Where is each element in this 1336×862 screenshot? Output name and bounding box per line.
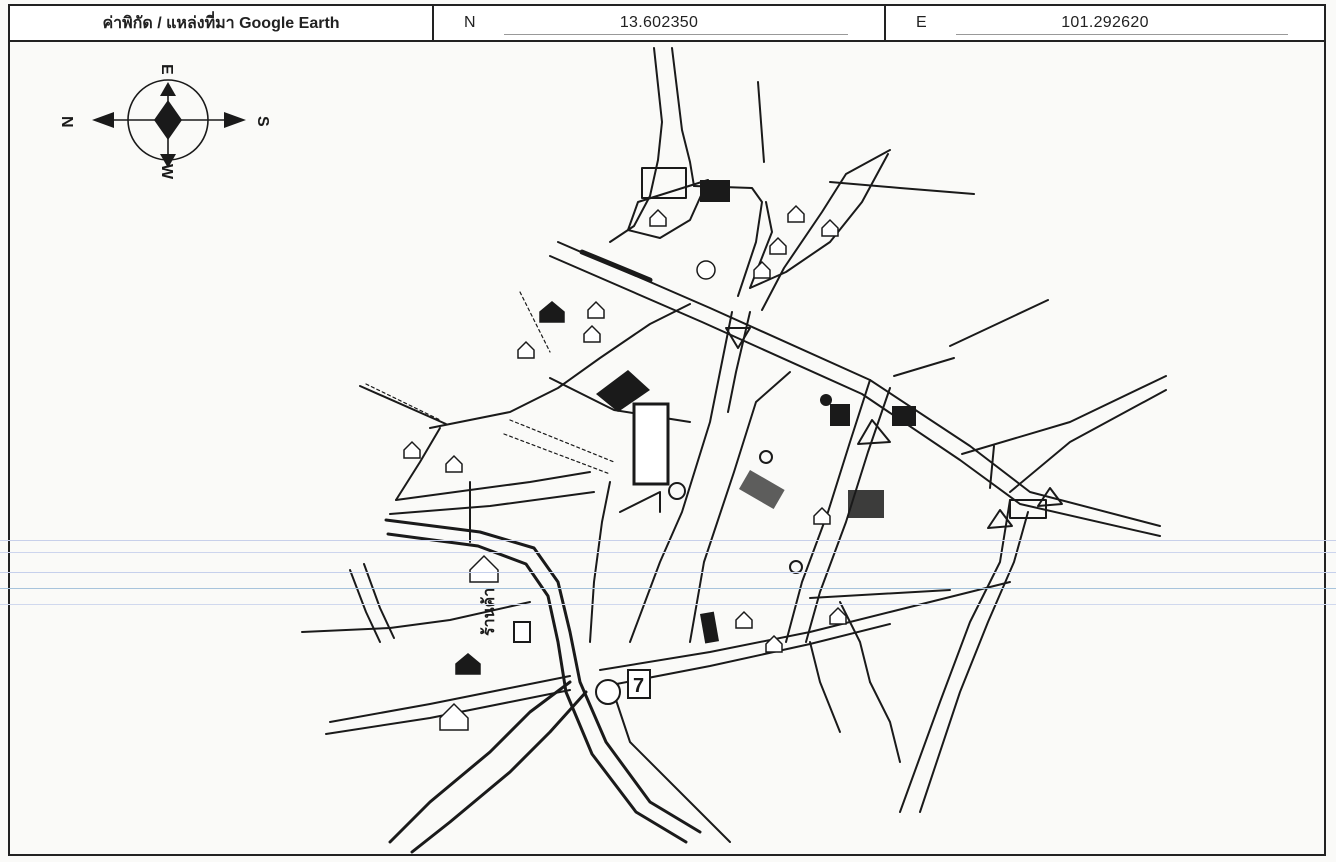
house-icon <box>649 208 667 227</box>
house-icon <box>583 324 601 343</box>
coordinate-header: ค่าพิกัด / แหล่งที่มา Google Earth N 13.… <box>8 4 1326 42</box>
house-icon <box>753 260 771 279</box>
house-icon <box>587 300 605 319</box>
house-icon <box>787 204 805 223</box>
temple-icon <box>455 653 481 675</box>
longitude-underline <box>956 34 1288 35</box>
house-icon <box>403 440 421 459</box>
road-northeast <box>949 299 1049 347</box>
scan-line <box>0 540 1336 541</box>
coordinate-source-label: ค่าพิกัด / แหล่งที่มา Google Earth <box>10 6 434 40</box>
pond-icon <box>696 260 716 280</box>
road-central-right <box>689 371 791 643</box>
shop-label: ร้านค้า <box>479 588 498 636</box>
scan-line <box>0 588 1336 589</box>
compass-n-label: N <box>58 116 75 128</box>
compass-arrow-north-icon <box>92 112 114 128</box>
school-icon <box>469 554 499 583</box>
latitude-underline <box>504 34 848 35</box>
shop-marker-icon <box>513 621 531 643</box>
longitude-value: 101.292620 <box>1061 14 1149 31</box>
longitude-letter: E <box>916 14 927 31</box>
house-icon <box>445 454 463 473</box>
road-north-right <box>671 47 695 187</box>
house-icon <box>769 236 787 255</box>
road-east-2 <box>961 375 1167 455</box>
compass-w-label: W <box>158 164 175 180</box>
scan-line <box>0 552 1336 553</box>
scan-line <box>0 604 1336 605</box>
compass-e-label: E <box>158 64 175 75</box>
compass-arrow-south-icon <box>224 112 246 128</box>
latitude-value: 13.602350 <box>619 14 699 31</box>
road-compound-north <box>757 81 765 163</box>
road-southeast <box>899 499 1011 813</box>
scan-line <box>0 572 1336 573</box>
house-icon <box>735 610 753 629</box>
compass-arrow-east-icon <box>160 82 176 96</box>
longitude-cell: E 101.292620 <box>886 6 1324 40</box>
house-icon <box>821 218 839 237</box>
seven-eleven-label: 7 <box>633 675 644 697</box>
seal-icon <box>595 679 621 705</box>
coordinate-source-text: ค่าพิกัด / แหล่งที่มา Google Earth <box>102 14 340 32</box>
hand-drawn-location-map: 7 ร้านค้า N S E W <box>58 47 1167 854</box>
house-icon <box>517 340 535 359</box>
latitude-cell: N 13.602350 <box>434 6 886 40</box>
school-icon <box>439 702 469 731</box>
compass-s-label: S <box>254 116 271 127</box>
road-horizontal-south <box>599 581 1011 671</box>
latitude-letter: N <box>464 14 476 31</box>
temple-icon <box>539 301 565 323</box>
village-house-icons <box>403 204 847 731</box>
compass-rose <box>92 79 246 168</box>
